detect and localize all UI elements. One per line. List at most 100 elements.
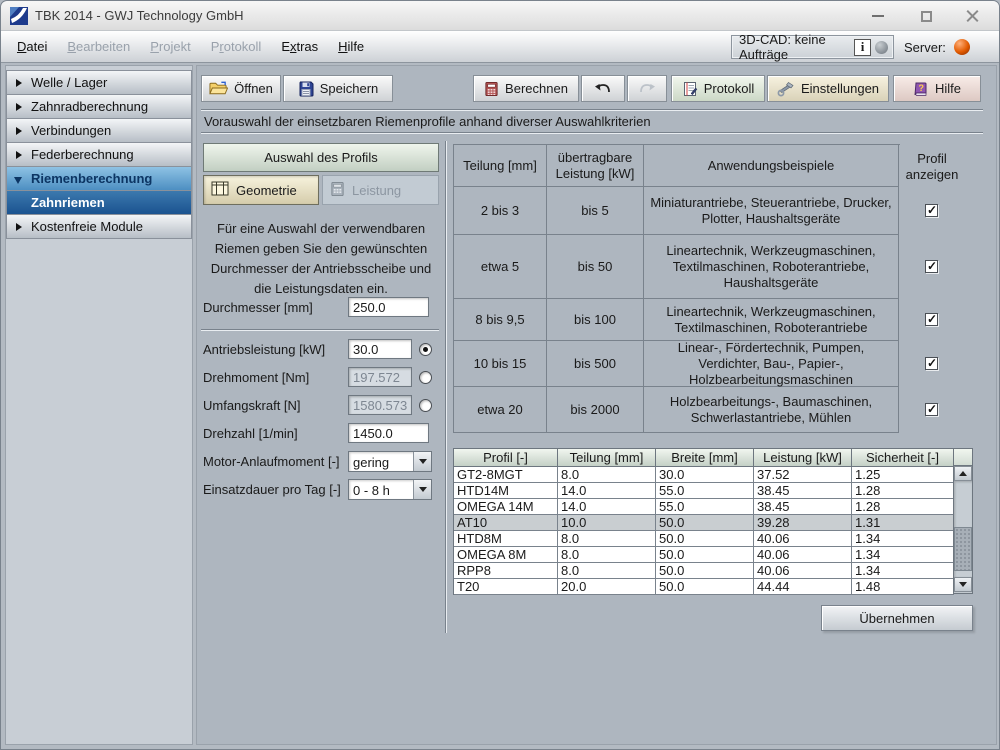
help-button[interactable]: ? Hilfe (893, 75, 981, 102)
calculate-button[interactable]: Berechnen (473, 75, 579, 102)
profile-table-cell[interactable]: 55.0 (656, 499, 754, 515)
dropdown-4[interactable]: gering (348, 451, 432, 472)
profile-table-cell[interactable]: 55.0 (656, 483, 754, 499)
menu-item-datei[interactable]: Datei (7, 39, 57, 54)
profile-table-cell[interactable]: 1.34 (852, 563, 954, 579)
table-scrollbar[interactable] (953, 448, 973, 594)
profile-table-cell[interactable]: 8.0 (558, 547, 656, 563)
profile-table-header[interactable]: Profil [-] (454, 449, 558, 467)
profile-table-cell[interactable]: 1.28 (852, 499, 954, 515)
open-button[interactable]: Öffnen (201, 75, 281, 102)
geometry-label: Geometrie (236, 183, 297, 198)
profile-table-cell[interactable]: 10.0 (558, 515, 656, 531)
profile-table-cell[interactable]: 50.0 (656, 579, 754, 595)
profile-table-header[interactable]: Teilung [mm] (558, 449, 656, 467)
dropdown-value: 0 - 8 h (349, 480, 413, 499)
apply-button[interactable]: Übernehmen (821, 605, 973, 631)
undo-button[interactable] (581, 75, 625, 102)
profile-table-header[interactable]: Leistung [kW] (754, 449, 852, 467)
profile-table-cell[interactable]: 20.0 (558, 579, 656, 595)
scroll-up-icon[interactable] (954, 466, 972, 481)
profile-show-checkbox-3[interactable] (925, 357, 938, 370)
maximize-icon[interactable] (911, 5, 941, 27)
info-icon[interactable]: i (854, 39, 871, 56)
profile-table-cell[interactable]: 50.0 (656, 531, 754, 547)
sidebar-item-zahnriemen[interactable]: Zahnriemen (6, 190, 192, 215)
selection-table-cell: bis 500 (547, 341, 644, 387)
profile-table-cell[interactable]: 1.25 (852, 467, 954, 483)
dropdown-5[interactable]: 0 - 8 h (348, 479, 432, 500)
profile-table-cell[interactable]: 38.45 (754, 483, 852, 499)
profile-table-cell[interactable]: HTD8M (454, 531, 558, 547)
sidebar-item-kostenfreie-module[interactable]: Kostenfreie Module (6, 214, 192, 239)
form-row: Antriebsleistung [kW]30.0 (203, 335, 441, 363)
profile-table-cell[interactable]: 50.0 (656, 563, 754, 579)
scrollbar-track[interactable] (954, 481, 972, 577)
dropdown-arrow-icon[interactable] (413, 480, 431, 499)
profile-table-header[interactable]: Sicherheit [-] (852, 449, 954, 467)
sidebar-item-verbindungen[interactable]: Verbindungen (6, 118, 192, 143)
form-row: Drehzahl [1/min]1450.0 (203, 419, 441, 447)
profile-table-cell[interactable]: 38.45 (754, 499, 852, 515)
profile-table-cell[interactable]: OMEGA 8M (454, 547, 558, 563)
profile-table-cell[interactable]: 50.0 (656, 515, 754, 531)
protocol-button[interactable]: Protokoll (671, 75, 765, 102)
open-label: Öffnen (234, 81, 273, 96)
profile-table-cell[interactable]: 44.44 (754, 579, 852, 595)
profile-table-cell[interactable]: 1.34 (852, 547, 954, 563)
selection-table-cell: Linear-, Fördertechnik, Pumpen, Verdicht… (644, 341, 899, 387)
profile-table-cell[interactable]: 37.52 (754, 467, 852, 483)
menu-item-hilfe[interactable]: Hilfe (328, 39, 374, 54)
profile-table-cell[interactable]: 14.0 (558, 499, 656, 515)
close-icon[interactable] (957, 5, 987, 27)
profile-table-cell[interactable]: GT2-8MGT (454, 467, 558, 483)
profile-show-checkbox-4[interactable] (925, 403, 938, 416)
profile-show-checkbox-1[interactable] (925, 260, 938, 273)
profile-table-cell[interactable]: 39.28 (754, 515, 852, 531)
profile-table-cell[interactable]: 1.34 (852, 531, 954, 547)
profile-table-header[interactable]: Breite [mm] (656, 449, 754, 467)
profile-table-cell[interactable]: RPP8 (454, 563, 558, 579)
profile-show-checkbox-2[interactable] (925, 313, 938, 326)
profile-table-cell[interactable]: 8.0 (558, 531, 656, 547)
settings-button[interactable]: Einstellungen (767, 75, 889, 102)
profile-table-cell[interactable]: 40.06 (754, 547, 852, 563)
dropdown-arrow-icon[interactable] (413, 452, 431, 471)
profile-table-cell[interactable]: 40.06 (754, 531, 852, 547)
scroll-down-icon[interactable] (954, 577, 972, 592)
profile-table-cell[interactable]: 30.0 (656, 467, 754, 483)
form-row: Einsatzdauer pro Tag [-]0 - 8 h (203, 475, 441, 503)
profile-table-cell[interactable]: 40.06 (754, 563, 852, 579)
profile-table-cell[interactable]: HTD14M (454, 483, 558, 499)
diameter-input[interactable]: 250.0 (348, 297, 429, 317)
sidebar-item-zahnradberechnung[interactable]: Zahnradberechnung (6, 94, 192, 119)
sidebar-item-welle-lager[interactable]: Welle / Lager (6, 70, 192, 95)
profile-table-cell[interactable]: 1.31 (852, 515, 954, 531)
profile-table-cell[interactable]: T20 (454, 579, 558, 595)
profile-table-cell[interactable]: 14.0 (558, 483, 656, 499)
field-input-3[interactable]: 1450.0 (348, 423, 429, 443)
menu-item-extras[interactable]: Extras (271, 39, 328, 54)
menu-item-projekt: Projekt (140, 39, 200, 54)
profile-table-cell[interactable]: OMEGA 14M (454, 499, 558, 515)
profile-table-cell[interactable]: AT10 (454, 515, 558, 531)
field-input-0[interactable]: 30.0 (348, 339, 412, 359)
profile-selection-label: Auswahl des Profils (264, 150, 377, 165)
profile-table-cell[interactable]: 50.0 (656, 547, 754, 563)
save-button[interactable]: Speichern (283, 75, 393, 102)
profile-show-checkbox-0[interactable] (925, 204, 938, 217)
profile-table-cell[interactable]: 1.28 (852, 483, 954, 499)
scrollbar-header-cell (954, 449, 972, 466)
scrollbar-thumb[interactable] (954, 527, 972, 571)
sidebar-item-riemenberechnung[interactable]: Riemenberechnung (6, 166, 192, 191)
radio-button-0[interactable] (419, 343, 432, 356)
profile-table-cell[interactable]: 8.0 (558, 563, 656, 579)
geometry-tab-button[interactable]: Geometrie (203, 175, 319, 205)
minimize-icon[interactable] (863, 5, 893, 27)
profile-table-cell[interactable]: 8.0 (558, 467, 656, 483)
sidebar-item-federberechnung[interactable]: Federberechnung (6, 142, 192, 167)
radio-button-2[interactable] (419, 399, 432, 412)
profile-selection-button[interactable]: Auswahl des Profils (203, 143, 439, 172)
profile-table-cell[interactable]: 1.48 (852, 579, 954, 595)
radio-button-1[interactable] (419, 371, 432, 384)
